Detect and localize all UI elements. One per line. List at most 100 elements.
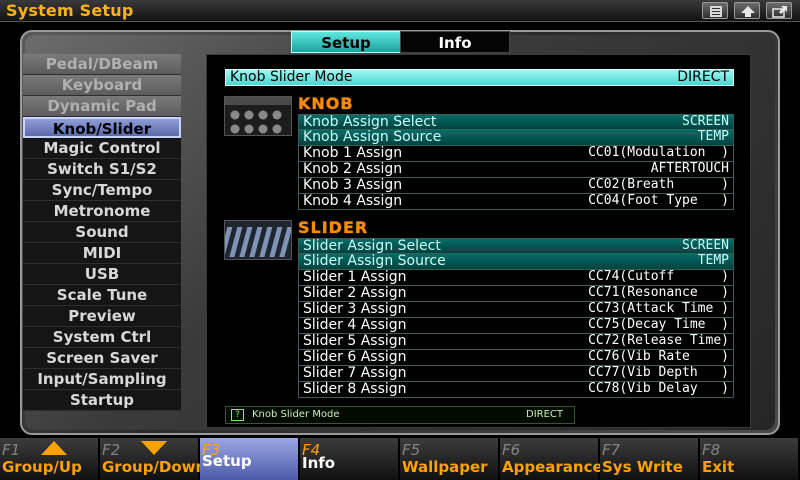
slider-row-slider-6-assign[interactable]: Slider 6 Assign CC76(Vib Rate )	[298, 350, 734, 366]
slider-row-slider-assign-select[interactable]: Slider Assign Select SCREEN	[298, 238, 734, 254]
knob-row-knob-3-assign[interactable]: Knob 3 Assign CC02(Breath )	[298, 178, 734, 194]
row-value: CC71(Resonance )	[588, 285, 729, 300]
fkey-number: F1	[2, 441, 21, 459]
sidebar-item-sync-tempo[interactable]: Sync/Tempo	[23, 180, 181, 201]
slider-row-slider-assign-source[interactable]: Slider Assign Source TEMP	[298, 254, 734, 270]
fkey-f8-exit[interactable]: F8 Exit	[700, 438, 799, 480]
row-value: CC01(Modulation )	[588, 145, 729, 160]
help-bar: ? Knob Slider Mode DIRECT	[225, 406, 575, 424]
up-arrow-icon	[741, 6, 755, 17]
row-label: Knob 4 Assign	[303, 193, 403, 209]
sidebar-item-startup[interactable]: Startup	[23, 390, 181, 411]
row-label: Knob 3 Assign	[303, 177, 403, 193]
knob-assign-list: Knob Assign Select SCREEN Knob Assign Sour…	[298, 114, 734, 210]
knob-row-knob-assign-select[interactable]: Knob Assign Select SCREEN	[298, 114, 734, 130]
slider-row-slider-5-assign[interactable]: Slider 5 Assign CC72(Release Time)	[298, 334, 734, 350]
row-label: Knob Assign Select	[303, 114, 437, 130]
sidebar-item-screen-saver[interactable]: Screen Saver	[23, 348, 181, 369]
sidebar-item-midi[interactable]: MIDI	[23, 243, 181, 264]
row-value: CC04(Foot Type )	[588, 193, 729, 208]
export-icon	[772, 6, 787, 18]
sidebar-item-system-ctrl[interactable]: System Ctrl	[23, 327, 181, 348]
list-button[interactable]	[702, 2, 728, 19]
fkey-label: Appearance	[502, 458, 603, 476]
slider-row-slider-2-assign[interactable]: Slider 2 Assign CC71(Resonance )	[298, 286, 734, 302]
knob-row-knob-2-assign[interactable]: Knob 2 Assign AFTERTOUCH	[298, 162, 734, 178]
slider-row-slider-7-assign[interactable]: Slider 7 Assign CC77(Vib Depth )	[298, 366, 734, 382]
row-value: TEMP	[697, 129, 729, 144]
help-label: Knob Slider Mode	[252, 409, 340, 420]
tab-info[interactable]: Info	[400, 31, 510, 53]
sidebar-item-knob-slider[interactable]: Knob/Slider	[23, 117, 181, 138]
export-button[interactable]	[766, 2, 792, 19]
slider-row-slider-4-assign[interactable]: Slider 4 Assign CC75(Decay Time )	[298, 318, 734, 334]
fkey-number: F2	[102, 441, 121, 459]
up-button[interactable]	[734, 2, 760, 19]
row-value: CC77(Vib Depth )	[588, 365, 729, 380]
sidebar-item-metronome[interactable]: Metronome	[23, 201, 181, 222]
row-label: Slider 1 Assign	[303, 269, 407, 285]
slider-thumbnail-image	[224, 220, 292, 260]
row-label: Knob Assign Source	[303, 129, 442, 145]
help-value: DIRECT	[526, 409, 564, 420]
slider-assign-list: Slider Assign Select SCREEN Slider Assign …	[298, 238, 734, 398]
fkey-f7-sys-write[interactable]: F7 Sys Write	[600, 438, 699, 480]
sidebar-item-sound[interactable]: Sound	[23, 222, 181, 243]
fkey-f6-appearance[interactable]: F6 Appearance	[500, 438, 603, 480]
row-value: CC76(Vib Rate )	[588, 349, 729, 364]
fkey-number: F6	[502, 441, 521, 459]
knob-thumbnail-image	[224, 96, 292, 136]
sidebar-item-magic-control[interactable]: Magic Control	[23, 138, 181, 159]
row-value: SCREEN	[682, 238, 729, 253]
list-icon	[710, 6, 722, 17]
row-label: Slider 7 Assign	[303, 365, 407, 381]
down-triangle-icon	[141, 441, 167, 455]
row-label: Knob 1 Assign	[303, 145, 403, 161]
fkey-label: Group/Up	[2, 458, 82, 476]
slider-row-slider-8-assign[interactable]: Slider 8 Assign CC78(Vib Delay )	[298, 382, 734, 398]
sidebar-item-switch-s1-s2[interactable]: Switch S1/S2	[23, 159, 181, 180]
row-value: CC72(Release Time)	[588, 333, 729, 348]
sidebar-item-input-sampling[interactable]: Input/Sampling	[23, 369, 181, 390]
slider-section-title: SLIDER	[298, 218, 369, 237]
tab-setup[interactable]: Setup	[291, 31, 401, 53]
knob-row-knob-1-assign[interactable]: Knob 1 Assign CC01(Modulation )	[298, 146, 734, 162]
row-label: Slider 3 Assign	[303, 301, 407, 317]
fkey-label: Setup	[202, 452, 252, 470]
knob-slider-mode-row[interactable]: Knob Slider Mode DIRECT	[225, 69, 734, 86]
slider-row-slider-3-assign[interactable]: Slider 3 Assign CC73(Attack Time )	[298, 302, 734, 318]
fkey-number: F7	[602, 441, 621, 459]
row-label: Slider 6 Assign	[303, 349, 407, 365]
fkey-number: F8	[702, 441, 721, 459]
slider-row-slider-1-assign[interactable]: Slider 1 Assign CC74(Cutoff )	[298, 270, 734, 286]
knob-section-title: KNOB	[298, 94, 354, 113]
sidebar-item-pedal-dbeam[interactable]: Pedal/DBeam	[23, 54, 181, 75]
sidebar-item-dynamic-pad[interactable]: Dynamic Pad	[23, 96, 181, 117]
fkey-f5-wallpaper[interactable]: F5 Wallpaper	[400, 438, 499, 480]
fkey-label: Exit	[702, 458, 735, 476]
knob-row-knob-4-assign[interactable]: Knob 4 Assign CC04(Foot Type )	[298, 194, 734, 210]
title-bar: System Setup	[0, 0, 800, 22]
function-key-bar: F1 Group/Up F2 Group/Down F3 Setup F4 Info F5 Wal…	[0, 438, 800, 480]
up-triangle-icon	[41, 441, 67, 455]
mode-label: Knob Slider Mode	[230, 69, 353, 85]
row-label: Slider 5 Assign	[303, 333, 407, 349]
row-value: AFTERTOUCH	[650, 161, 729, 176]
fkey-f3-setup[interactable]: F3 Setup	[200, 438, 299, 480]
sidebar-item-scale-tune[interactable]: Scale Tune	[23, 285, 181, 306]
fkey-f4-info[interactable]: F4 Info	[300, 438, 399, 480]
fkey-f2-group-down[interactable]: F2 Group/Down	[100, 438, 206, 480]
help-icon: ?	[231, 409, 244, 421]
fkey-label: Sys Write	[602, 458, 683, 476]
row-value: CC78(Vib Delay )	[588, 381, 729, 396]
row-label: Slider Assign Select	[303, 238, 441, 254]
row-label: Slider Assign Source	[303, 253, 446, 269]
fkey-f1-group-up[interactable]: F1 Group/Up	[0, 438, 99, 480]
knob-row-knob-assign-source[interactable]: Knob Assign Source TEMP	[298, 130, 734, 146]
mode-value: DIRECT	[677, 69, 729, 85]
fkey-label: Info	[302, 454, 336, 472]
sidebar-item-preview[interactable]: Preview	[23, 306, 181, 327]
sidebar-item-usb[interactable]: USB	[23, 264, 181, 285]
row-label: Slider 8 Assign	[303, 381, 407, 397]
sidebar-item-keyboard[interactable]: Keyboard	[23, 75, 181, 96]
